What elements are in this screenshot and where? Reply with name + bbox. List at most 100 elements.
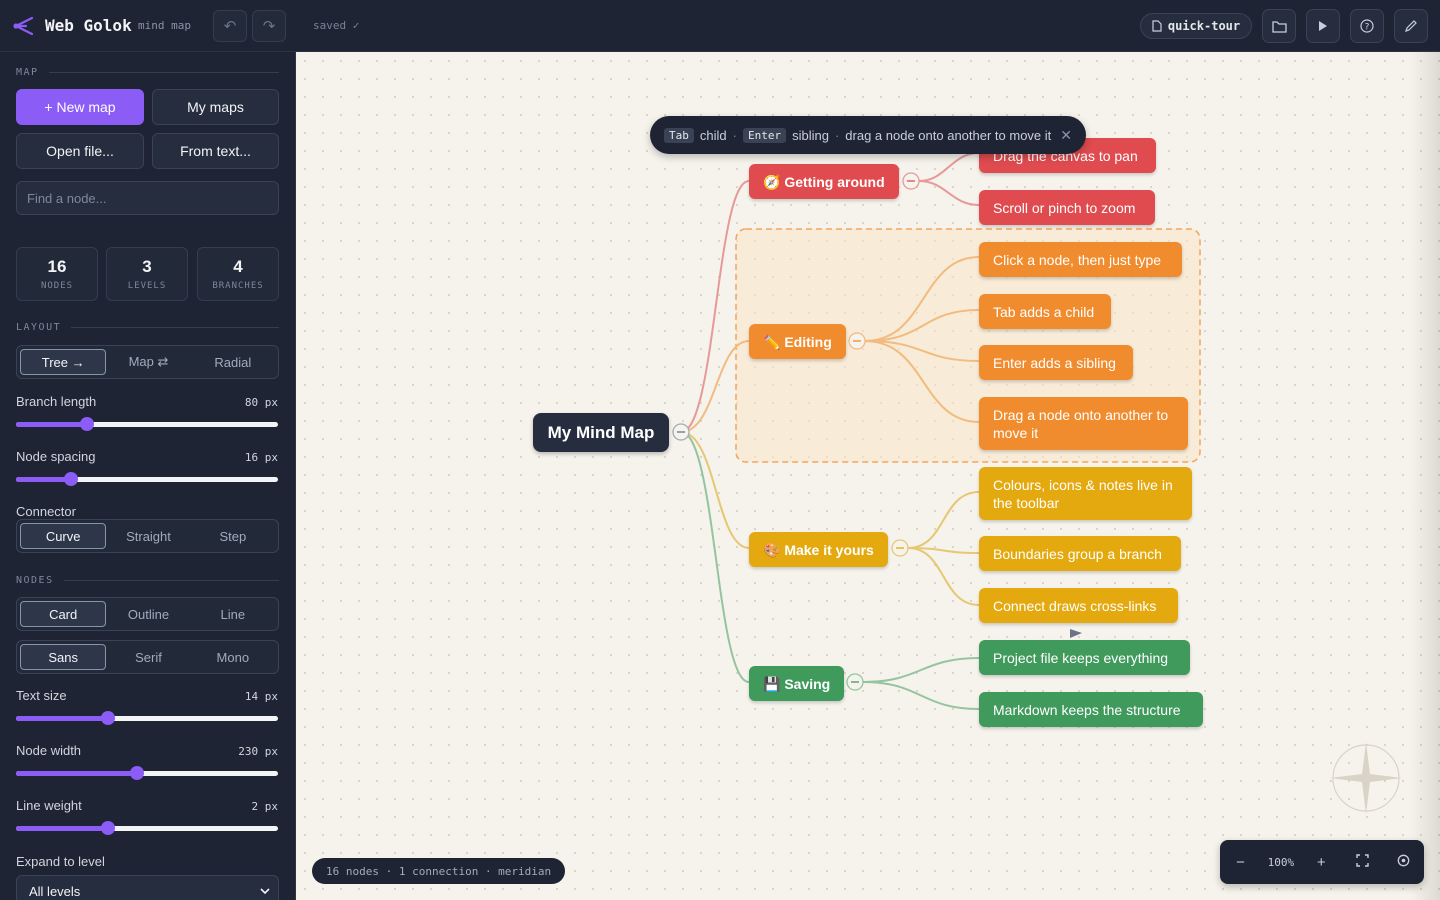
app-subtitle: mind map — [138, 19, 191, 32]
font-option-sans[interactable]: Sans — [20, 644, 107, 670]
help-icon: ? — [1360, 19, 1374, 33]
cross-link-arrow[interactable] — [1070, 629, 1082, 638]
zoom-controls: − 100% + — [1220, 840, 1424, 884]
top-bar: Web Golok mind map ↶ ↷ saved ✓ quick-tou… — [0, 0, 1440, 52]
node-spacing-slider[interactable] — [16, 472, 278, 486]
zoom-out-button[interactable]: − — [1227, 854, 1255, 871]
node-spacing-label: Node spacing — [16, 449, 96, 464]
section-title-map: MAP — [16, 67, 279, 78]
section-title-layout: LAYOUT — [16, 322, 279, 333]
text-size-label: Text size — [16, 688, 67, 703]
node-style-option-outline[interactable]: Outline — [106, 601, 190, 627]
hint-text: sibling — [792, 127, 829, 143]
play-icon — [1319, 21, 1327, 31]
leaf-node[interactable]: Tab adds a child — [979, 294, 1111, 329]
connector-leaf — [907, 491, 980, 549]
canvas-edge-shadow — [1410, 52, 1440, 900]
close-hint-icon[interactable]: ✕ — [1060, 127, 1072, 144]
leaf-node[interactable]: Colours, icons & notes live in the toolb… — [979, 467, 1192, 520]
font-option-mono[interactable]: Mono — [191, 644, 275, 670]
font-option-serif[interactable]: Serif — [106, 644, 190, 670]
layout-option-radial[interactable]: Radial — [191, 349, 275, 375]
slider-knob[interactable] — [79, 417, 94, 431]
leaf-node[interactable]: Scroll or pinch to zoom — [979, 190, 1155, 225]
leaf-node[interactable]: Click a node, then just type — [979, 242, 1182, 277]
present-button[interactable] — [1306, 9, 1340, 43]
mindmap-logo-icon — [13, 16, 34, 36]
open-file-button[interactable]: Open file... — [16, 133, 144, 169]
connector-label: Connector — [16, 504, 76, 519]
fit-screen-button[interactable] — [1348, 853, 1376, 871]
node-style-option-line[interactable]: Line — [191, 601, 275, 627]
new-map-button[interactable]: + New map — [16, 89, 144, 125]
leaf-node[interactable]: Connect draws cross-links — [979, 588, 1178, 623]
hint-separator: · — [834, 127, 840, 143]
redo-icon: ↷ — [262, 18, 276, 35]
app-name: Web Golok — [45, 16, 132, 35]
leaf-node[interactable]: Drag a node onto another to move it — [979, 397, 1188, 450]
connector-leaf — [862, 657, 980, 683]
open-folder-button[interactable] — [1262, 9, 1296, 43]
save-status: saved ✓ — [313, 19, 360, 32]
zoom-in-button[interactable]: + — [1307, 854, 1335, 871]
undo-button[interactable]: ↶ — [213, 10, 247, 42]
leaf-node[interactable]: Markdown keeps the structure — [979, 692, 1203, 727]
from-text-button[interactable]: From text... — [152, 133, 279, 169]
stat-nodes: 16 NODES — [16, 247, 98, 301]
collapse-toggle[interactable] — [891, 539, 909, 557]
leaf-node[interactable]: Boundaries group a branch — [979, 536, 1181, 571]
root-node[interactable]: My Mind Map — [533, 413, 669, 452]
file-name-chip[interactable]: quick-tour — [1140, 13, 1252, 39]
help-button[interactable]: ? — [1350, 9, 1384, 43]
branch-length-slider[interactable] — [16, 417, 278, 431]
node-width-slider[interactable] — [16, 766, 278, 780]
keyboard-hint-toast: Tab child · Enter sibling · drag a node … — [650, 116, 1086, 154]
node-style-option-card[interactable]: Card — [20, 601, 107, 627]
slider-knob[interactable] — [129, 766, 144, 780]
expand-level-value: All levels — [29, 883, 81, 899]
leaf-node[interactable]: Project file keeps everything — [979, 640, 1190, 675]
line-weight-slider[interactable] — [16, 821, 278, 835]
connector-leaf — [918, 152, 980, 182]
my-maps-button[interactable]: My maps — [152, 89, 279, 125]
chevron-down-icon — [260, 888, 270, 894]
connector-saving — [680, 431, 750, 683]
file-name: quick-tour — [1167, 19, 1241, 33]
mind-map-canvas[interactable]: My Mind Map 🧭 Getting around Drag the ca… — [296, 52, 1440, 900]
connector-leaf — [918, 180, 980, 206]
branch-node-saving[interactable]: 💾 Saving — [749, 666, 845, 701]
layout-option-map[interactable]: Map ⇄ — [106, 349, 190, 375]
target-icon — [1397, 854, 1410, 866]
slider-knob[interactable] — [100, 821, 115, 835]
collapse-toggle[interactable] — [672, 423, 690, 441]
branch-node-make-it-yours[interactable]: 🎨 Make it yours — [749, 532, 888, 567]
status-bar: 16 nodes · 1 connection · meridian — [312, 858, 566, 884]
leaf-node[interactable]: Enter adds a sibling — [979, 345, 1133, 380]
pencil-icon — [1405, 20, 1417, 32]
connector-option-straight[interactable]: Straight — [106, 523, 190, 549]
hint-separator: · — [732, 127, 737, 143]
edit-button[interactable] — [1394, 9, 1428, 43]
collapse-toggle[interactable] — [848, 332, 866, 350]
kbd-tab: Tab — [664, 127, 694, 143]
file-icon — [1152, 20, 1162, 32]
slider-knob[interactable] — [100, 711, 115, 725]
expand-level-select[interactable]: All levels — [16, 875, 279, 900]
connector-option-curve[interactable]: Curve — [20, 523, 107, 549]
collapse-toggle[interactable] — [846, 673, 864, 691]
font-selector: Sans Serif Mono — [16, 640, 279, 674]
node-spacing-value: 16 px — [244, 451, 278, 464]
branch-length-value: 80 px — [244, 396, 278, 409]
connector-option-step[interactable]: Step — [191, 523, 275, 549]
redo-button[interactable]: ↷ — [252, 10, 286, 42]
text-size-slider[interactable] — [16, 711, 278, 725]
layout-selector: Tree → Map ⇄ Radial — [16, 345, 279, 379]
hint-text: drag a node onto another to move it — [845, 127, 1052, 143]
layout-option-tree[interactable]: Tree → — [20, 349, 107, 375]
slider-knob[interactable] — [64, 472, 79, 486]
collapse-toggle[interactable] — [902, 172, 920, 190]
branch-node-getting-around[interactable]: 🧭 Getting around — [749, 164, 899, 199]
compass-icon — [1330, 742, 1402, 814]
find-node-input[interactable] — [16, 181, 279, 215]
branch-node-editing[interactable]: ✏️ Editing — [749, 324, 846, 359]
